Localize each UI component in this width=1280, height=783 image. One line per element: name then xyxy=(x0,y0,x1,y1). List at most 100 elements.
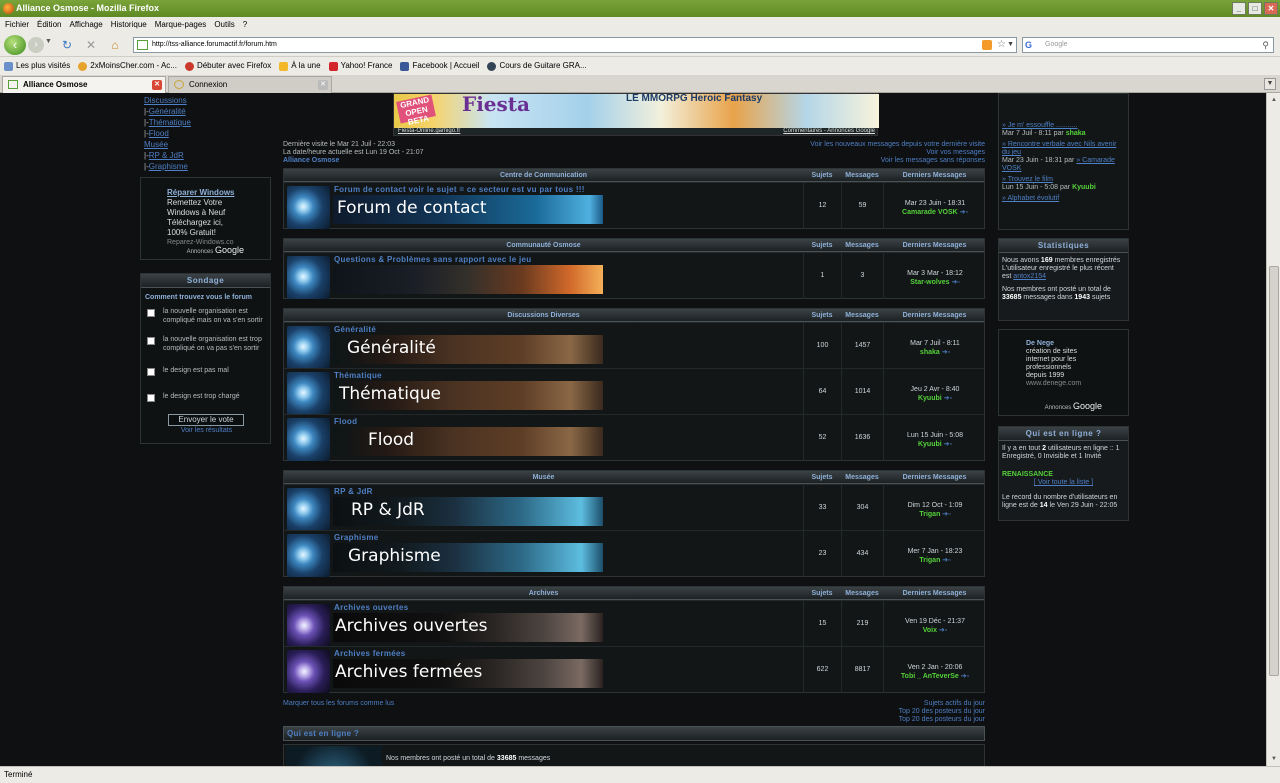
unanswered-link[interactable]: Voir les messages sans réponses xyxy=(810,157,985,165)
active-topics-link[interactable]: Sujets actifs du jour xyxy=(899,700,985,708)
vote-button[interactable]: Envoyer le vote xyxy=(168,414,244,426)
forum-link[interactable]: Généralité xyxy=(334,325,376,334)
view-full-list-link[interactable]: [ Voir toute la liste ] xyxy=(1002,479,1125,487)
tab-connexion[interactable]: Connexion ✕ xyxy=(168,76,332,93)
online-user-link[interactable]: RENAISSANCE xyxy=(1002,471,1125,479)
category-title[interactable]: Archives xyxy=(284,587,803,600)
vertical-scrollbar[interactable]: ▲ ▼ xyxy=(1266,93,1280,766)
last-post-user[interactable]: Camarade VOSK xyxy=(884,208,986,217)
scroll-down-icon[interactable]: ▼ xyxy=(1269,754,1279,764)
google-icon[interactable]: G xyxy=(1025,40,1036,50)
top-posters-link[interactable]: Top 20 des posteurs du jour xyxy=(899,708,985,716)
checkbox[interactable] xyxy=(147,368,155,376)
category-title[interactable]: Centre de Communication xyxy=(284,169,803,182)
forum-banner[interactable]: Thématique xyxy=(333,381,603,410)
last-post-user[interactable]: Trigan xyxy=(884,510,986,519)
ads-by-google[interactable]: Annonces Google xyxy=(187,245,244,255)
forum-link[interactable]: RP & JdR xyxy=(334,487,373,496)
menu-affichage[interactable]: Affichage xyxy=(69,17,102,32)
forum-banner[interactable]: Graphisme xyxy=(333,543,603,572)
forward-button[interactable]: › xyxy=(28,37,44,53)
maximize-button[interactable]: □ xyxy=(1248,2,1262,15)
category-title[interactable]: Musée xyxy=(284,471,803,484)
forum-link[interactable]: Archives fermées xyxy=(334,649,406,658)
nav-rp-jdr[interactable]: RP & JdR xyxy=(144,150,191,161)
mark-all-read-link[interactable]: Marquer tous les forums comme lus xyxy=(283,700,394,708)
tab-list-icon[interactable]: ▼ xyxy=(1264,78,1276,90)
close-tab-icon[interactable]: ✕ xyxy=(152,80,162,90)
who-online-header[interactable]: Qui est en ligne ? xyxy=(283,726,985,741)
google-ad-left[interactable]: Réparer Windows Remettez Votre Windows à… xyxy=(140,177,271,260)
banner-caption-left[interactable]: Fiesta-Online.gamigo.fr xyxy=(398,128,460,134)
recent-topic-link[interactable]: Rencontre verbale avec Nils avenir du je… xyxy=(1002,141,1125,157)
bookmark-2xmoinscher[interactable]: 2xMoinsCher.com - Ac... xyxy=(78,57,177,75)
forum-banner[interactable]: Généralité xyxy=(333,335,603,364)
category-title[interactable]: Discussions Diverses xyxy=(284,309,803,322)
poll-option-1[interactable]: la nouvelle organisation est compliqué m… xyxy=(147,307,271,325)
menu-outils[interactable]: Outils xyxy=(214,17,234,32)
category-title[interactable]: Communauté Osmose xyxy=(284,239,803,252)
minimize-button[interactable]: _ xyxy=(1232,2,1246,15)
reload-icon[interactable]: ↻ xyxy=(60,38,74,52)
last-post-user[interactable]: Trigan xyxy=(884,556,986,565)
last-post-user[interactable]: Kyuubi xyxy=(884,440,986,449)
nav-flood[interactable]: Flood xyxy=(144,128,191,139)
nav-graphisme[interactable]: Graphisme xyxy=(144,161,191,172)
history-dropdown-icon[interactable]: ▼ xyxy=(45,38,52,45)
nav-thematique[interactable]: Thématique xyxy=(144,117,191,128)
stop-icon[interactable]: ✕ xyxy=(84,38,98,52)
forum-banner[interactable]: Forum de contact xyxy=(333,195,603,224)
nav-generalite[interactable]: Généralité xyxy=(144,106,191,117)
forum-link[interactable]: Thématique xyxy=(334,371,382,380)
bookmark-most-visited[interactable]: Les plus visités xyxy=(4,57,70,75)
scroll-up-icon[interactable]: ▲ xyxy=(1269,95,1279,105)
back-button[interactable]: ‹ xyxy=(4,35,26,55)
search-icon[interactable]: ⚲ xyxy=(1262,38,1269,52)
bookmark-star-icon[interactable]: ☆ xyxy=(997,38,1006,52)
rss-icon[interactable] xyxy=(982,40,992,50)
bookmark-a-la-une[interactable]: À la une xyxy=(279,57,321,75)
bookmark-guitare[interactable]: Cours de Guitare GRA... xyxy=(487,57,587,75)
google-ad-right[interactable]: De Nege création de sites internet pour … xyxy=(998,329,1129,416)
view-results-link[interactable]: Voir les résultats xyxy=(141,427,272,434)
poll-option-2[interactable]: la nouvelle organisation est trop compli… xyxy=(147,335,271,353)
forum-link[interactable]: Graphisme xyxy=(334,533,379,542)
url-dropdown-icon[interactable]: ▼ xyxy=(1007,38,1014,52)
last-post-user[interactable]: Voix xyxy=(884,626,986,635)
last-post-user[interactable]: Star-wolves xyxy=(884,278,986,287)
ad-banner[interactable]: GRAND OPEN BETA Fiesta LE MMORPG Heroic … xyxy=(393,93,879,136)
newest-member-link[interactable]: antox2154 xyxy=(1013,273,1046,280)
recent-topic-user[interactable]: Kyuubi xyxy=(1072,184,1096,191)
ad-title[interactable]: De Nege xyxy=(1026,340,1124,348)
search-input[interactable]: G Google ⚲ xyxy=(1022,37,1274,53)
nav-discussions[interactable]: Discussions xyxy=(144,95,191,106)
forum-banner[interactable]: Archives ouvertes xyxy=(333,613,603,642)
menu-fichier[interactable]: Fichier xyxy=(5,17,29,32)
url-bar[interactable]: http://tss-alliance.forumactif.fr/forum.… xyxy=(133,37,1017,53)
last-post-user[interactable]: Kyuubi xyxy=(884,394,986,403)
forum-link[interactable]: Flood xyxy=(334,417,357,426)
recent-topic-link[interactable]: Alphabet évolutif xyxy=(1002,195,1125,203)
bookmark-facebook[interactable]: Facebook | Accueil xyxy=(400,57,479,75)
poll-option-3[interactable]: le design est pas mal xyxy=(147,366,271,376)
forum-banner[interactable]: Flood xyxy=(333,427,603,456)
menu-help[interactable]: ? xyxy=(243,17,247,32)
ad-title[interactable]: Réparer Windows xyxy=(167,188,264,198)
close-window-button[interactable]: ✕ xyxy=(1264,2,1278,15)
forum-link[interactable]: Questions & Problèmes sans rapport avec … xyxy=(334,255,531,264)
forum-home-link[interactable]: Alliance Osmose xyxy=(283,157,424,165)
bookmark-debuter-firefox[interactable]: Débuter avec Firefox xyxy=(184,57,271,75)
nav-musee[interactable]: Musée xyxy=(144,139,191,150)
recent-topic-link[interactable]: Trouvez le film xyxy=(1002,176,1125,184)
bookmark-yahoo[interactable]: Yahoo! France xyxy=(328,57,392,75)
checkbox[interactable] xyxy=(147,309,155,317)
forum-link[interactable]: Forum de contact voir le sujet = ce sect… xyxy=(334,185,585,194)
home-icon[interactable]: ⌂ xyxy=(108,38,122,52)
tab-alliance-osmose[interactable]: Alliance Osmose ✕ xyxy=(2,76,166,93)
top-posters-link-2[interactable]: Top 20 des posteurs du jour xyxy=(899,716,985,724)
forum-banner[interactable]: RP & JdR xyxy=(333,497,603,526)
poll-option-4[interactable]: le design est trop chargé xyxy=(147,392,271,402)
new-posts-link[interactable]: Voir les nouveaux messages depuis votre … xyxy=(810,141,985,149)
forum-banner[interactable]: Archives fermées xyxy=(333,659,603,688)
banner-image[interactable]: GRAND OPEN BETA Fiesta LE MMORPG Heroic … xyxy=(394,93,879,128)
